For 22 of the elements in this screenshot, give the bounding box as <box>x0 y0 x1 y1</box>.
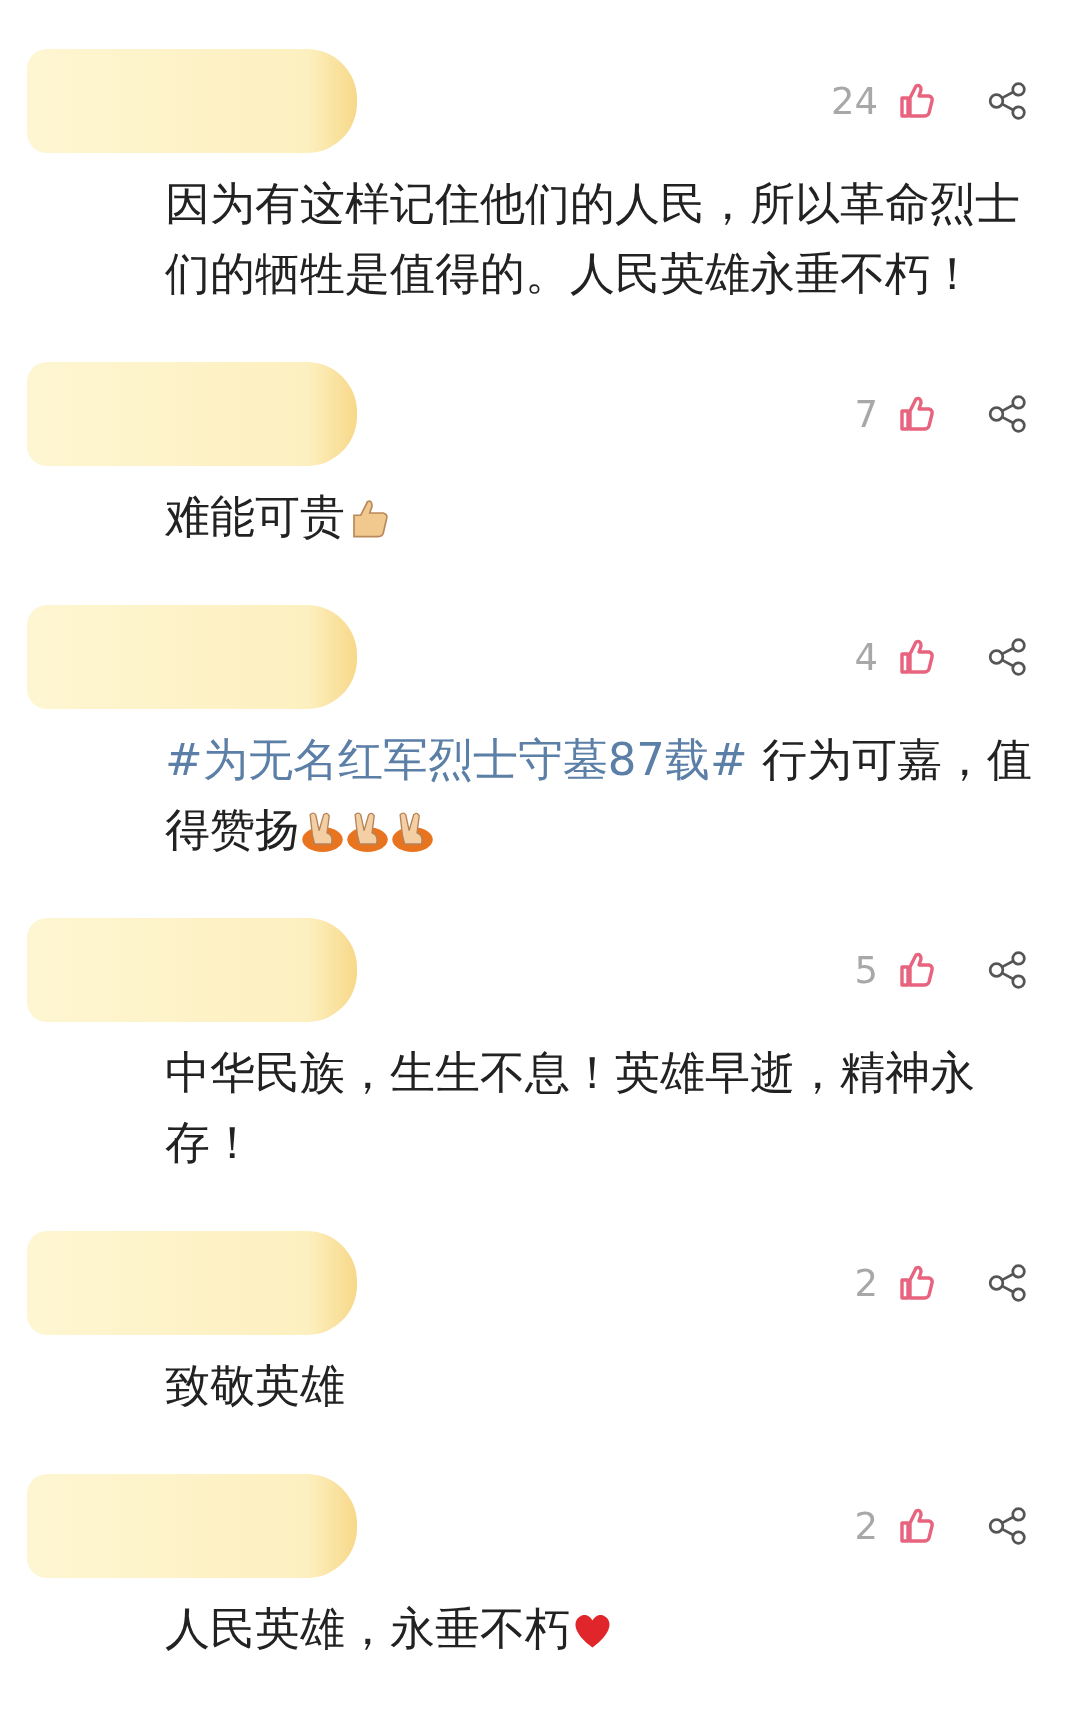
like-count: 2 <box>854 1261 878 1305</box>
share-icon[interactable] <box>986 636 1028 678</box>
share-icon[interactable] <box>986 80 1028 122</box>
share-icon[interactable] <box>986 393 1028 435</box>
like-count: 5 <box>854 948 878 992</box>
hashtag-link[interactable]: #为无名红军烈士守墓87载# <box>165 733 748 786</box>
like-count: 2 <box>854 1504 878 1548</box>
comment-text: #为无名红军烈士守墓87载# 行为可嘉，值 <box>165 732 1032 788</box>
comment-text: 存！ <box>165 1115 255 1171</box>
share-icon[interactable] <box>986 1505 1028 1547</box>
like-count: 7 <box>854 392 878 436</box>
like-count: 4 <box>854 635 878 679</box>
share-icon[interactable] <box>986 949 1028 991</box>
share-icon[interactable] <box>986 1262 1028 1304</box>
like-count: 24 <box>830 79 878 123</box>
comment-text: 得赞扬 <box>165 802 300 858</box>
comment-text: 致敬英雄 <box>165 1358 345 1414</box>
comment-text: 中华民族，生生不息！英雄早逝，精神永 <box>165 1045 975 1101</box>
comment-text: 人民英雄，永垂不朽 <box>165 1601 570 1657</box>
comment-text: 难能可贵 <box>165 489 345 545</box>
comment-text: 们的牺牲是值得的。人民英雄永垂不朽！ <box>165 246 975 302</box>
comment-text: 因为有这样记住他们的人民，所以革命烈士 <box>165 176 1020 232</box>
